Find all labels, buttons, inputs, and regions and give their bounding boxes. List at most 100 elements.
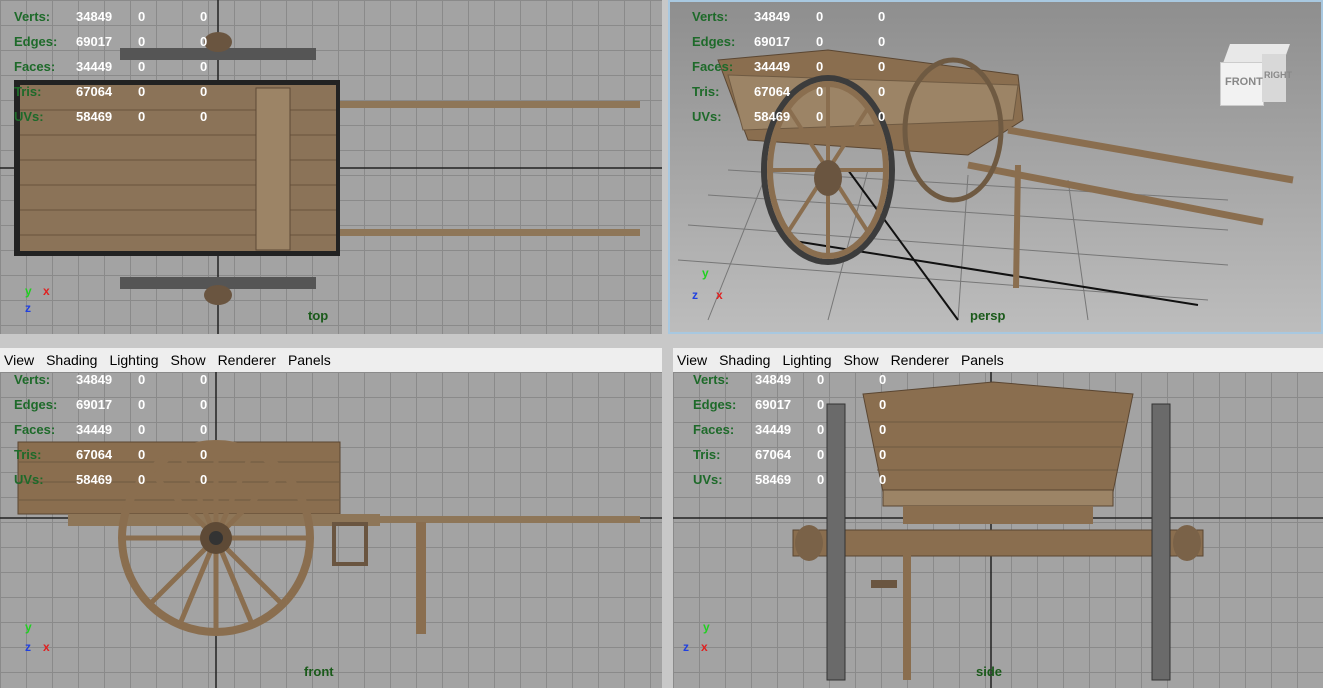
camera-label-top: top (308, 308, 329, 323)
hud-row-faces: Faces: 34449 0 0 (692, 54, 940, 79)
axis-x-label: x (716, 288, 723, 302)
viewport-side-panel[interactable]: View Shading Lighting Show Renderer Pane… (673, 348, 1323, 688)
stats-hud-top: Verts: 34849 0 0 Edges: 69017 0 0 Faces: 34449 0… (14, 4, 262, 129)
hud-verts-comp: 0 (878, 9, 886, 24)
menu-shading[interactable]: Shading (46, 352, 103, 368)
hud-tris-value: 67064 (754, 84, 791, 99)
viewport-front-panel[interactable]: View Shading Lighting Show Renderer Pane… (0, 348, 662, 688)
axis-y-label: y (25, 284, 32, 298)
hud-uvs-comp: 0 (879, 472, 887, 487)
hud-tris-sel: 0 (816, 84, 824, 99)
hud-row-faces: Faces: 34449 0 0 (693, 417, 941, 442)
menu-view[interactable]: View (4, 352, 40, 368)
viewport-top-panel[interactable]: Verts: 34849 0 0 Edges: 69017 0 0 Faces: 34449 0… (0, 0, 662, 334)
hud-edges-value: 69017 (754, 34, 791, 49)
menu-renderer[interactable]: Renderer (891, 352, 955, 368)
hud-verts-value: 34849 (76, 9, 113, 24)
hud-uvs-label: UVs: (14, 472, 44, 487)
hud-tris-label: Tris: (693, 447, 721, 462)
hud-verts-label: Verts: (692, 9, 729, 24)
hud-uvs-sel: 0 (817, 472, 825, 487)
menu-lighting[interactable]: Lighting (782, 352, 837, 368)
hud-tris-value: 67064 (76, 447, 113, 462)
hud-row-verts: Verts: 34849 0 0 (14, 4, 262, 29)
hud-verts-label: Verts: (693, 372, 730, 387)
viewport-persp[interactable]: Verts: 34849 0 0 Edges: 69017 0 0 Faces: 34449 0… (668, 0, 1323, 334)
stats-hud-front: Verts: 34849 0 0 Edges: 69017 0 0 Faces: 34449 0… (14, 367, 262, 492)
hud-row-edges: Edges: 69017 0 0 (693, 392, 941, 417)
hud-row-tris: Tris: 67064 0 0 (14, 79, 262, 104)
hud-faces-value: 34449 (76, 422, 113, 437)
axis-y-label: y (702, 266, 709, 280)
viewport-side[interactable]: Verts: 34849 0 0 Edges: 69017 0 0 Faces: 34449 0… (673, 372, 1323, 688)
menu-shading[interactable]: Shading (719, 352, 776, 368)
hud-row-faces: Faces: 34449 0 0 (14, 417, 262, 442)
axis-z-label: z (683, 640, 689, 654)
menu-show[interactable]: Show (171, 352, 212, 368)
hud-verts-comp: 0 (879, 372, 887, 387)
hud-edges-comp: 0 (878, 34, 886, 49)
hud-edges-sel: 0 (138, 397, 146, 412)
axis-y-label: y (703, 620, 710, 634)
hud-tris-comp: 0 (200, 447, 208, 462)
menu-renderer[interactable]: Renderer (218, 352, 282, 368)
menu-lighting[interactable]: Lighting (109, 352, 164, 368)
hud-verts-label: Verts: (14, 372, 51, 387)
stats-hud-persp: Verts: 34849 0 0 Edges: 69017 0 0 Faces: 34449 0… (692, 4, 940, 129)
hud-tris-sel: 0 (138, 447, 146, 462)
hud-faces-label: Faces: (14, 422, 56, 437)
hud-row-edges: Edges: 69017 0 0 (14, 29, 262, 54)
hud-edges-label: Edges: (692, 34, 736, 49)
hud-edges-label: Edges: (693, 397, 737, 412)
hud-uvs-value: 58469 (76, 109, 113, 124)
hud-tris-comp: 0 (878, 84, 886, 99)
menu-panels[interactable]: Panels (961, 352, 1010, 368)
hud-verts-comp: 0 (200, 372, 208, 387)
hud-faces-sel: 0 (816, 59, 824, 74)
hud-edges-label: Edges: (14, 34, 58, 49)
viewport-front[interactable]: Verts: 34849 0 0 Edges: 69017 0 0 Faces: 34449 0… (0, 372, 662, 688)
hud-tris-sel: 0 (138, 84, 146, 99)
hud-uvs-value: 58469 (755, 472, 792, 487)
hud-faces-label: Faces: (692, 59, 734, 74)
hud-uvs-label: UVs: (692, 109, 722, 124)
hud-uvs-sel: 0 (138, 472, 146, 487)
menu-panels[interactable]: Panels (288, 352, 337, 368)
axis-x-label: x (43, 640, 50, 654)
hud-tris-value: 67064 (755, 447, 792, 462)
menu-show[interactable]: Show (844, 352, 885, 368)
hud-tris-label: Tris: (14, 447, 42, 462)
axis-y-label: y (25, 620, 32, 634)
hud-uvs-label: UVs: (14, 109, 44, 124)
viewcube-front-label: FRONT (1225, 76, 1263, 88)
viewcube[interactable]: FRONT RIGHT (1220, 40, 1292, 106)
axis-z-label: z (25, 640, 31, 654)
hud-tris-comp: 0 (879, 447, 887, 462)
hud-uvs-value: 58469 (76, 472, 113, 487)
hud-faces-sel: 0 (138, 422, 146, 437)
hud-faces-comp: 0 (200, 59, 208, 74)
hud-row-tris: Tris: 67064 0 0 (14, 442, 262, 467)
hud-verts-value: 34849 (755, 372, 792, 387)
hud-verts-comp: 0 (200, 9, 208, 24)
axis-z-label: z (25, 301, 31, 315)
camera-label-persp: persp (970, 308, 1006, 323)
hud-row-tris: Tris: 67064 0 0 (693, 442, 941, 467)
hud-faces-comp: 0 (200, 422, 208, 437)
hud-row-uvs: UVs: 58469 0 0 (693, 467, 941, 492)
hud-edges-sel: 0 (816, 34, 824, 49)
hud-verts-value: 34849 (76, 372, 113, 387)
hud-uvs-value: 58469 (754, 109, 791, 124)
hud-uvs-comp: 0 (878, 109, 886, 124)
hud-row-uvs: UVs: 58469 0 0 (14, 467, 262, 492)
menu-view[interactable]: View (677, 352, 713, 368)
hud-edges-comp: 0 (200, 397, 208, 412)
viewport-persp-panel[interactable]: Verts: 34849 0 0 Edges: 69017 0 0 Faces: 34449 0… (668, 0, 1323, 334)
hud-edges-sel: 0 (138, 34, 146, 49)
hud-uvs-sel: 0 (816, 109, 824, 124)
viewport-top[interactable]: Verts: 34849 0 0 Edges: 69017 0 0 Faces: 34449 0… (0, 0, 662, 334)
hud-edges-value: 69017 (755, 397, 792, 412)
hud-faces-sel: 0 (817, 422, 825, 437)
hud-faces-comp: 0 (878, 59, 886, 74)
hud-verts-sel: 0 (816, 9, 824, 24)
